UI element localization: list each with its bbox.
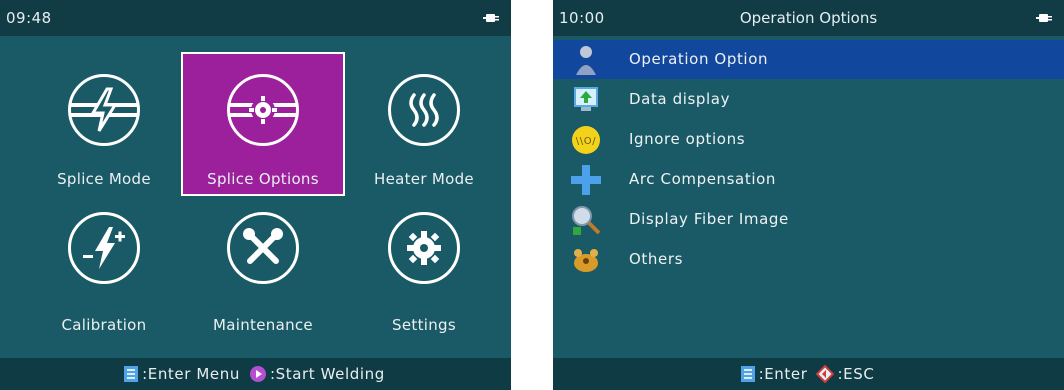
main-menu-screen: 09:48 Splice Mode Splice Options Heater … (0, 0, 511, 390)
operation-options-screen: 10:00 Operation Options Operation Option… (553, 0, 1064, 390)
menu-item-label: Data display (629, 90, 731, 108)
tools-icon (227, 212, 299, 284)
data-display-icon (569, 83, 603, 117)
menu-item-label: Arc Compensation (629, 170, 776, 188)
heater-icon (388, 74, 460, 146)
tile-splice-mode[interactable]: Splice Mode (24, 54, 184, 194)
menu-item-arc-compensation[interactable]: Arc Compensation (553, 160, 1064, 199)
tile-label: Splice Mode (57, 170, 151, 188)
tile-label: Calibration (61, 316, 147, 334)
start-hint: :Start Welding (269, 365, 385, 383)
power-plug-icon (483, 14, 499, 22)
tile-heater-mode[interactable]: Heater Mode (344, 54, 504, 194)
tile-splice-options[interactable]: Splice Options (181, 52, 345, 196)
menu-item-data-display[interactable]: Data display (553, 80, 1064, 119)
tile-label: Splice Options (207, 170, 319, 188)
menu-item-label: Ignore options (629, 130, 746, 148)
calibration-icon (68, 212, 140, 284)
enter-hint: :Enter Menu (142, 365, 240, 383)
enter-hint: :Enter (758, 365, 808, 383)
svg-text:\\O/: \\O/ (576, 136, 596, 147)
esc-key-icon (816, 365, 835, 383)
menu-item-operation-option[interactable]: Operation Option (553, 40, 1064, 79)
magnifier-icon (569, 203, 603, 237)
tile-settings[interactable]: Settings (344, 200, 504, 340)
menu-item-label: Others (629, 250, 684, 268)
ignore-icon: \\O/ (569, 123, 603, 157)
enter-key-icon (124, 366, 139, 382)
menu-item-others[interactable]: Others (553, 240, 1064, 279)
operator-icon (569, 43, 603, 77)
clock: 09:48 (6, 9, 52, 27)
splice-options-icon (227, 74, 299, 146)
gear-icon (388, 212, 460, 284)
hint-bar: :Enter Menu :Start Welding (0, 358, 511, 390)
menu-item-label: Operation Option (629, 50, 769, 68)
play-key-icon (249, 366, 266, 382)
tile-calibration[interactable]: Calibration (24, 200, 184, 340)
hint-bar: :Enter :ESC (553, 358, 1064, 390)
tile-label: Heater Mode (374, 170, 474, 188)
menu-item-label: Display Fiber Image (629, 210, 789, 228)
splice-mode-icon (68, 74, 140, 146)
enter-key-icon (740, 366, 755, 382)
menu-item-display-fiber-image[interactable]: Display Fiber Image (553, 200, 1064, 239)
status-bar: 09:48 (0, 0, 511, 36)
screen-title: Operation Options (739, 9, 878, 27)
plus-icon (569, 163, 603, 197)
tile-maintenance[interactable]: Maintenance (183, 200, 343, 340)
status-bar: 10:00 Operation Options (553, 0, 1064, 36)
power-plug-icon (1036, 14, 1052, 22)
menu-item-ignore-options[interactable]: \\O/ Ignore options (553, 120, 1064, 159)
tile-label: Settings (392, 316, 456, 334)
others-icon (569, 243, 603, 277)
tile-label: Maintenance (213, 316, 313, 334)
esc-hint: :ESC (837, 365, 875, 383)
